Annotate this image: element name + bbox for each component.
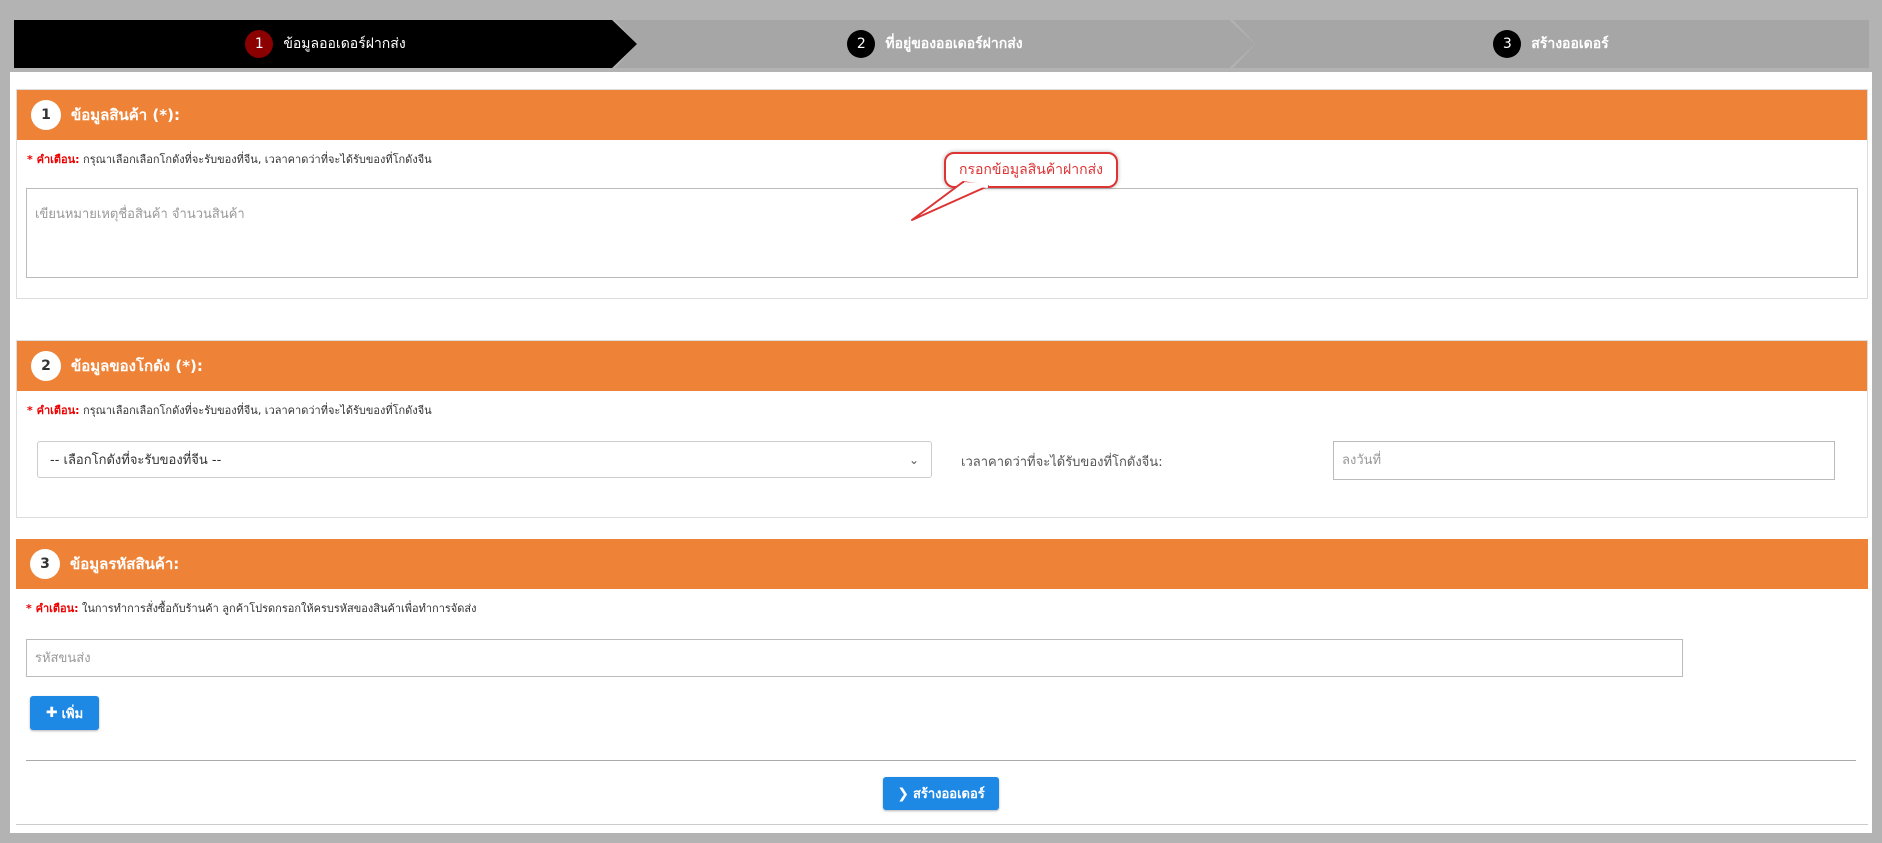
product-code-section: 3 ข้อมูลรหัสสินค้า: * คำเตือน: ในการทำกา…: [16, 539, 1868, 759]
add-button-label: เพิ่ม: [61, 706, 84, 722]
section-title: ข้อมูลรหัสสินค้า:: [70, 555, 180, 573]
plus-icon: ✚: [45, 705, 58, 721]
panel-bottom-edge: [16, 824, 1868, 825]
section-header: 2 ข้อมูลของโกดัง (*):: [17, 341, 1867, 391]
section-number: 2: [31, 351, 61, 381]
warning-text: * คำเตือน: กรุณาเลือกเลือกโกดังที่จะรับข…: [27, 401, 1867, 419]
warning-prefix: * คำเตือน:: [27, 153, 80, 166]
divider: [26, 760, 1856, 761]
eta-label: เวลาคาดว่าที่จะได้รับของที่โกดังจีน:: [961, 455, 1163, 470]
warning-prefix: * คำเตือน:: [26, 602, 79, 615]
callout-text: กรอกข้อมูลสินค้าฝากส่ง: [959, 162, 1103, 178]
step-number: 2: [847, 30, 876, 58]
warning-text: * คำเตือน: ในการทำการสั่งซื้อกับร้านค้า …: [26, 599, 1868, 617]
chevron-down-icon: ⌄: [908, 452, 919, 467]
step-create-order[interactable]: 3 สร้างออเดอร์: [1233, 20, 1869, 68]
callout-tail: [911, 181, 989, 221]
chevron-right-icon: ❯: [897, 785, 909, 802]
step-label: ที่อยู่ของออเดอร์ฝากส่ง: [885, 36, 1023, 52]
section-title: ข้อมูลของโกดัง (*):: [71, 357, 203, 375]
warehouse-select-value: -- เลือกโกดังที่จะรับของที่จีน --: [50, 453, 222, 468]
warning-message: ในการทำการสั่งซื้อกับร้านค้า ลูกค้าโปรดก…: [78, 602, 477, 615]
warning-message: กรุณาเลือกเลือกโกดังที่จะรับของที่จีน, เ…: [79, 404, 432, 417]
section-number: 3: [30, 549, 60, 579]
step-order-address[interactable]: 2 ที่อยู่ของออเดอร์ฝากส่ง: [615, 20, 1255, 68]
step-number: 1: [245, 30, 274, 58]
step-label: สร้างออเดอร์: [1531, 36, 1609, 52]
create-order-button[interactable]: ❯ สร้างออเดอร์: [883, 777, 999, 810]
step-label: ข้อมูลออเดอร์ฝากส่ง: [283, 36, 406, 52]
warehouse-info-section: 2 ข้อมูลของโกดัง (*): * คำเตือน: กรุณาเล…: [16, 340, 1868, 518]
warning-prefix: * คำเตือน:: [27, 404, 80, 417]
warning-message: กรุณาเลือกเลือกโกดังที่จะรับของที่จีน, เ…: [79, 153, 432, 166]
section-number: 1: [31, 100, 61, 130]
section-title: ข้อมูลสินค้า (*):: [71, 106, 180, 124]
step-order-info[interactable]: 1 ข้อมูลออเดอร์ฝากส่ง: [14, 20, 637, 68]
create-button-label: สร้างออเดอร์: [912, 787, 985, 802]
eta-date-input[interactable]: [1333, 441, 1835, 480]
order-stepper: 1 ข้อมูลออเดอร์ฝากส่ง 2 ที่อยู่ของออเดอร…: [14, 20, 1869, 68]
warehouse-select[interactable]: -- เลือกโกดังที่จะรับของที่จีน -- ⌄: [37, 441, 932, 478]
step-number: 3: [1493, 30, 1522, 58]
tracking-code-input[interactable]: [26, 639, 1683, 677]
section-header: 3 ข้อมูลรหัสสินค้า:: [16, 539, 1868, 589]
add-code-button[interactable]: ✚ เพิ่ม: [30, 696, 99, 730]
section-header: 1 ข้อมูลสินค้า (*):: [17, 90, 1867, 140]
